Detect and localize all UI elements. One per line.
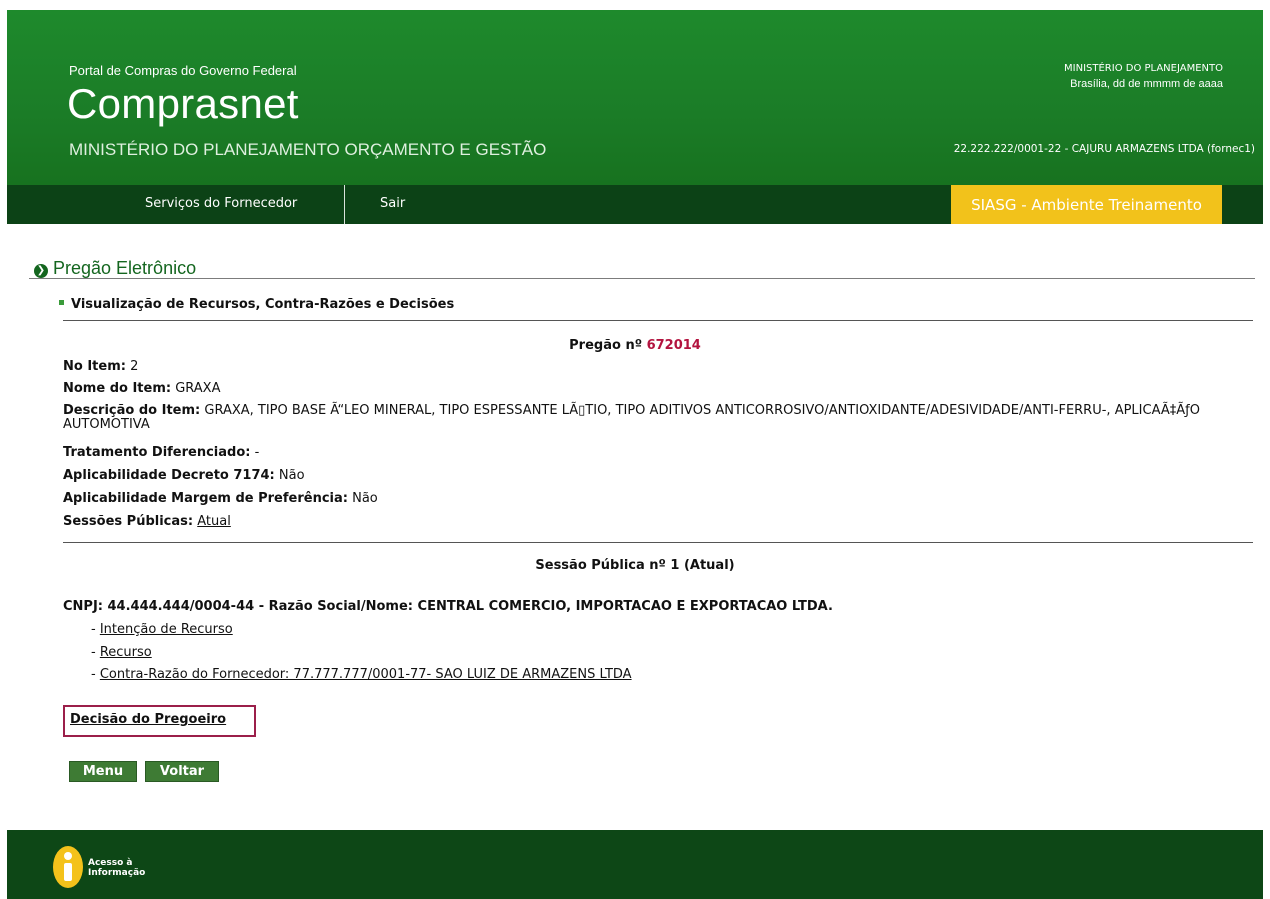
decisao-pregoeiro-link[interactable]: Decisão do Pregoeiro <box>70 712 226 727</box>
brand-logo-text[interactable]: Comprasnet <box>67 80 299 128</box>
portal-subtitle: Portal de Compras do Governo Federal <box>69 63 297 78</box>
recurso-list-item: - Contra-Razão do Fornecedor: 77.777.777… <box>91 667 632 682</box>
field-sessoes: Sessões Públicas: Atual <box>63 514 231 529</box>
ministry-name: MINISTÉRIO DO PLANEJAMENTO ORÇAMENTO E G… <box>69 140 547 159</box>
field-descricao-item: Descrição do Item: GRAXA, TIPO BASE Ã“LE… <box>63 404 1258 432</box>
page-title-text: Pregão Eletrônico <box>53 258 197 278</box>
intencao-recurso-link[interactable]: Intenção de Recurso <box>100 622 233 637</box>
sessao-heading: Sessão Pública nº 1 (Atual) <box>535 558 735 573</box>
list-dash: - <box>91 622 100 637</box>
field-no-item: No Item: 2 <box>63 359 138 374</box>
pregao-heading: Pregão nº 672014 <box>7 338 1263 353</box>
pregao-number: 672014 <box>646 338 701 353</box>
nav-sair[interactable]: Sair <box>380 196 405 211</box>
acesso-line1: Acesso à <box>88 858 133 868</box>
nav-divider <box>344 185 345 224</box>
field-label: Nome do Item: <box>63 381 172 396</box>
field-value: Não <box>347 491 378 506</box>
pregao-label: Pregão nº <box>569 338 647 353</box>
field-label: Sessões Públicas: <box>63 514 194 529</box>
divider <box>63 320 1253 321</box>
list-dash: - <box>91 667 100 682</box>
field-label: Aplicabilidade Decreto 7174: <box>63 468 275 483</box>
divider <box>63 542 1253 543</box>
field-value: - <box>250 445 260 460</box>
field-value: GRAXA, TIPO BASE Ã“LEO MINERAL, TIPO ESP… <box>63 403 1200 432</box>
field-value: Não <box>274 468 305 483</box>
field-margem: Aplicabilidade Margem de Preferência: Nã… <box>63 491 378 506</box>
page-title: ❯ Pregão Eletrônico <box>34 258 196 279</box>
recurso-link[interactable]: Recurso <box>100 645 152 660</box>
divider <box>29 278 1255 279</box>
acesso-informacao-icon[interactable] <box>52 845 84 889</box>
field-tratamento: Tratamento Diferenciado: - <box>63 445 259 460</box>
acesso-informacao-text[interactable]: Acesso à Informação <box>88 858 145 878</box>
menu-button[interactable]: Menu <box>69 761 137 782</box>
arrow-right-icon: ❯ <box>34 264 48 278</box>
voltar-button[interactable]: Voltar <box>145 761 219 782</box>
nav-servicos-fornecedor[interactable]: Serviços do Fornecedor <box>145 196 297 211</box>
section-subtitle-text: Visualização de Recursos, Contra-Razões … <box>71 297 455 312</box>
header-date: Brasília, dd de mmmm de aaaa <box>1070 78 1223 90</box>
list-dash: - <box>91 645 100 660</box>
bullet-icon <box>59 300 64 305</box>
field-decreto: Aplicabilidade Decreto 7174: Não <box>63 468 305 483</box>
recurso-list-item: - Recurso <box>91 645 152 660</box>
sessao-atual-link[interactable]: Atual <box>197 514 231 529</box>
field-label: No Item: <box>63 359 126 374</box>
field-nome-item: Nome do Item: GRAXA <box>63 381 220 396</box>
field-value: GRAXA <box>171 381 221 396</box>
logged-user: 22.222.222/0001-22 - CAJURU ARMAZENS LTD… <box>953 143 1255 155</box>
recurso-list-item: - Intenção de Recurso <box>91 622 233 637</box>
site-footer <box>7 830 1263 899</box>
field-label: Aplicabilidade Margem de Preferência: <box>63 491 348 506</box>
cnpj-line: CNPJ: 44.444.444/0004-44 - Razão Social/… <box>63 599 833 614</box>
field-label: Descrição do Item: <box>63 403 201 418</box>
acesso-line2: Informação <box>88 868 146 878</box>
contra-razao-link[interactable]: Contra-Razão do Fornecedor: 77.777.777/0… <box>100 667 632 682</box>
site-header: Portal de Compras do Governo Federal Com… <box>7 10 1263 185</box>
environment-badge: SIASG - Ambiente Treinamento <box>951 185 1222 224</box>
page-frame: Portal de Compras do Governo Federal Com… <box>7 10 1263 899</box>
header-ministry-right: MINISTÉRIO DO PLANEJAMENTO <box>1064 63 1223 74</box>
field-label: Tratamento Diferenciado: <box>63 445 251 460</box>
field-value: 2 <box>125 359 139 374</box>
section-subtitle: Visualização de Recursos, Contra-Razões … <box>59 297 454 312</box>
